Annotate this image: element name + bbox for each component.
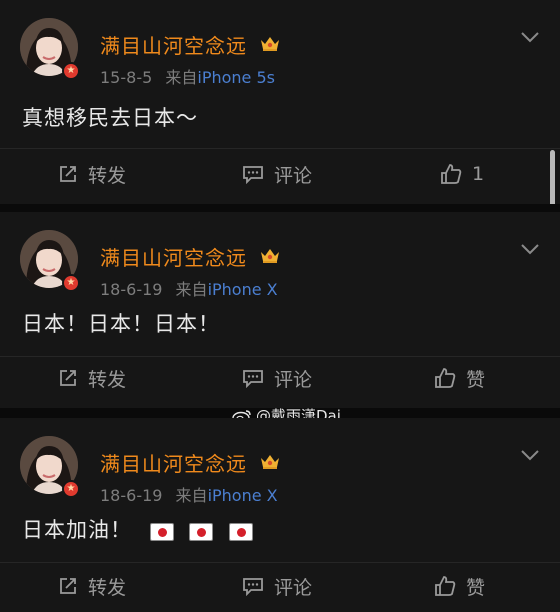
post-content: 日本！日本！日本！: [22, 312, 220, 336]
weibo-post: ★ 满目山河空念远 18-6-19 来自iPhone X 日本加油！ 转发 评论…: [0, 418, 560, 612]
repost-label: 转发: [88, 164, 127, 187]
repost-button[interactable]: 转发: [58, 358, 126, 398]
divider: [0, 562, 560, 563]
post-text: 日本加油！: [22, 518, 132, 542]
post-content: 日本加油！: [22, 514, 261, 544]
comment-icon: [243, 166, 263, 184]
post-content: 真想移民去日本～: [22, 106, 198, 130]
post-date: 18-6-19: [100, 280, 163, 299]
like-label: 赞: [466, 576, 486, 599]
vip-badge-icon: ★: [62, 480, 80, 498]
divider: [0, 356, 560, 357]
action-bar: 转发 评论 1: [0, 154, 560, 194]
source-device[interactable]: iPhone X: [208, 280, 278, 299]
japan-flag-icon: [189, 523, 214, 541]
comment-button[interactable]: 评论: [242, 154, 312, 194]
thumbs-up-icon: [441, 164, 462, 184]
repost-icon: [60, 370, 76, 386]
repost-icon: [60, 578, 76, 594]
comment-icon: [243, 578, 263, 596]
scrollbar[interactable]: [550, 150, 555, 212]
source-prefix: 来自: [175, 280, 208, 299]
thumbs-up-icon: [435, 368, 456, 388]
weibo-post: ★ 满目山河空念远 18-6-19 来自iPhone X 日本！日本！日本！ 转…: [0, 212, 560, 408]
crown-icon: [261, 455, 279, 469]
username[interactable]: 满目山河空念远: [100, 30, 247, 59]
source-prefix: 来自: [165, 68, 198, 87]
thumbs-up-icon: [435, 576, 456, 596]
action-bar: 转发 评论 赞: [0, 358, 560, 398]
repost-button[interactable]: 转发: [58, 154, 126, 194]
vip-badge-icon: ★: [62, 62, 80, 80]
chevron-down-icon[interactable]: [520, 30, 540, 44]
repost-button[interactable]: 转发: [58, 566, 126, 606]
source-device[interactable]: iPhone X: [208, 486, 278, 505]
post-date: 15-8-5: [100, 68, 153, 87]
like-button[interactable]: 赞: [434, 566, 485, 606]
crown-icon: [261, 249, 279, 263]
repost-label: 转发: [88, 576, 127, 599]
like-label: 赞: [466, 368, 486, 391]
comment-icon: [243, 370, 263, 388]
comment-button[interactable]: 评论: [242, 358, 312, 398]
japan-flag-icon: [149, 523, 174, 541]
japan-flag-icon: [229, 523, 254, 541]
comment-label: 评论: [274, 164, 313, 187]
post-date: 18-6-19: [100, 486, 163, 505]
post-separator: [0, 204, 560, 212]
username[interactable]: 满目山河空念远: [100, 242, 247, 271]
post-meta: 18-6-19 来自iPhone X: [100, 276, 278, 300]
like-button[interactable]: 1: [440, 154, 484, 194]
repost-label: 转发: [88, 368, 127, 391]
action-bar: 转发 评论 赞: [0, 566, 560, 606]
source-device[interactable]: iPhone 5s: [197, 68, 275, 87]
like-button[interactable]: 赞: [434, 358, 485, 398]
comment-button[interactable]: 评论: [242, 566, 312, 606]
username[interactable]: 满目山河空念远: [100, 448, 247, 477]
chevron-down-icon[interactable]: [520, 242, 540, 256]
flag-group: [149, 519, 261, 543]
like-count: 1: [472, 163, 485, 185]
source-prefix: 来自: [175, 486, 208, 505]
comment-label: 评论: [274, 368, 313, 391]
divider: [0, 148, 560, 149]
comment-label: 评论: [274, 576, 313, 599]
post-meta: 18-6-19 来自iPhone X: [100, 482, 278, 506]
crown-icon: [261, 37, 279, 51]
weibo-post: ★ 满目山河空念远 15-8-5 来自iPhone 5s 真想移民去日本～ 转发…: [0, 0, 560, 204]
repost-icon: [60, 166, 76, 182]
chevron-down-icon[interactable]: [520, 448, 540, 462]
post-meta: 15-8-5 来自iPhone 5s: [100, 64, 275, 88]
vip-badge-icon: ★: [62, 274, 80, 292]
